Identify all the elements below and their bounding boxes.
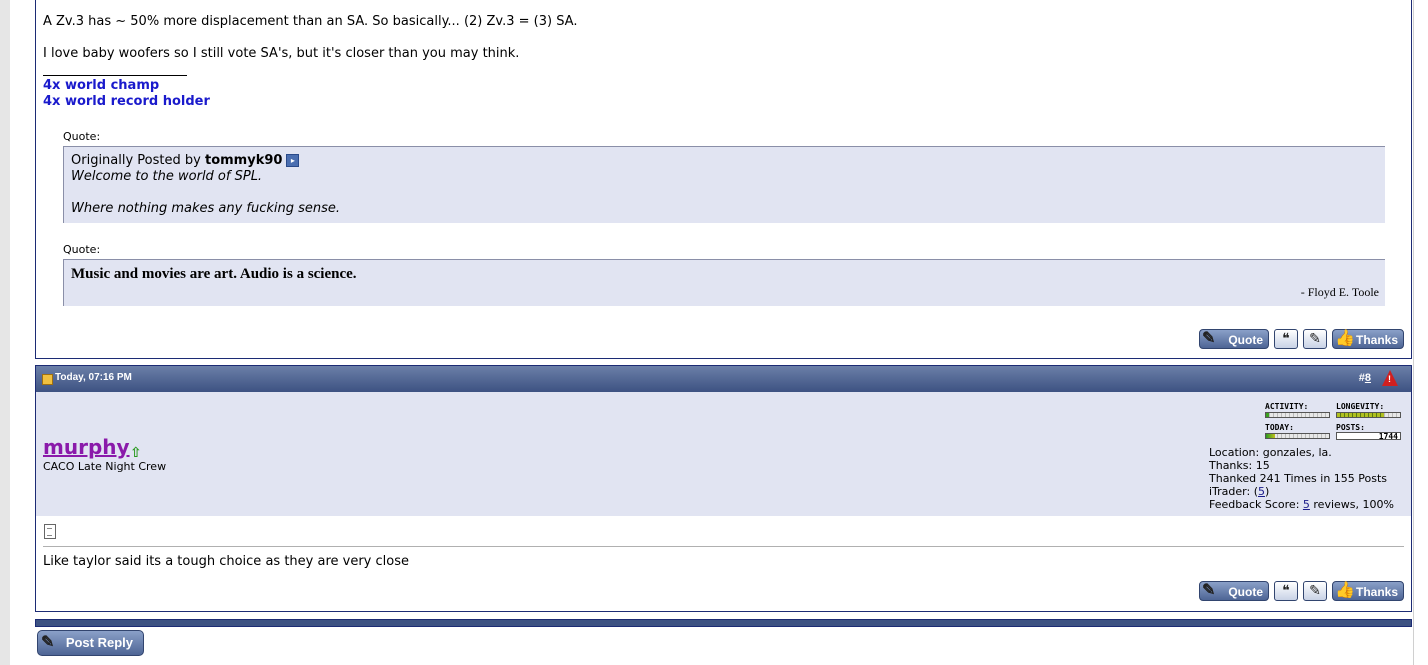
- post-8: Today, 07:16 PM #8 ! murphy ⇧ CACO Late …: [35, 365, 1412, 612]
- itrader-suffix: ): [1265, 485, 1270, 498]
- quote-author: tommyk90: [204, 153, 283, 168]
- quote-text-line: Where nothing makes any fucking sense.: [71, 201, 341, 216]
- thanks-button-label: Thanks: [1355, 333, 1398, 347]
- signature-quote-attribution: - Floyd E. Toole: [1300, 285, 1379, 299]
- quote-label: Quote:: [63, 243, 101, 256]
- user-feedback: Feedback Score: 5 reviews, 100%: [1209, 498, 1394, 511]
- activity-meter: [1265, 412, 1330, 418]
- activity-label: ACTIVITY:: [1265, 402, 1309, 411]
- post-number: #8: [1359, 372, 1371, 384]
- post-date: Today, 07:16 PM: [55, 372, 132, 383]
- user-details: Location: gonzales, la. Thanks: 15 Thank…: [1209, 446, 1394, 511]
- feedback-suffix: reviews, 100%: [1309, 498, 1394, 511]
- quote-button[interactable]: ✎ Quote: [1199, 329, 1269, 349]
- user-thanks: Thanks: 15: [1209, 459, 1270, 472]
- quote-attribution: Originally Posted by tommyk90 ▸: [71, 153, 300, 168]
- user-title: CACO Late Night Crew: [43, 460, 167, 473]
- quote-icon: ✎: [1202, 330, 1216, 347]
- quote-box: Originally Posted by tommyk90 ▸ Welcome t…: [63, 146, 1385, 223]
- post-text-line: A Zv.3 has ~ 50% more displacement than …: [43, 14, 578, 29]
- post-reply-button[interactable]: ✎ Post Reply: [37, 630, 144, 656]
- post-reply-label: Post Reply: [65, 635, 133, 650]
- thread-footer-bar: [35, 619, 1412, 627]
- longevity-meter-fill: [1337, 413, 1385, 417]
- view-post-arrow-icon[interactable]: ▸: [286, 154, 300, 167]
- post-action-buttons: ✎ Quote ❝ ✎ 👍 Thanks: [1199, 581, 1404, 603]
- longevity-label: LONGEVITY:: [1336, 402, 1385, 411]
- post-7: A Zv.3 has ~ 50% more displacement than …: [35, 0, 1412, 359]
- thumbs-up-icon: 👍: [1335, 582, 1355, 599]
- today-label: TODAY:: [1265, 423, 1294, 432]
- signature-quote-box: Music and movies are art. Audio is a sci…: [63, 259, 1385, 306]
- reply-icon: ✎: [41, 634, 55, 651]
- multi-quote-icon[interactable]: ❝: [1274, 581, 1298, 601]
- feedback-prefix: Feedback Score:: [1209, 498, 1303, 511]
- itrader-link[interactable]: 5: [1258, 485, 1265, 498]
- signature-quote-text: Music and movies are art. Audio is a sci…: [71, 266, 357, 282]
- longevity-meter: [1336, 412, 1401, 418]
- left-page-margin: [0, 0, 10, 665]
- thumbs-up-icon: 👍: [1335, 330, 1355, 347]
- post-permalink[interactable]: 8: [1365, 372, 1371, 384]
- thanks-button-label: Thanks: [1355, 585, 1398, 599]
- post-text-line: I love baby woofers so I still vote SA's…: [43, 46, 520, 61]
- quote-text-line: Welcome to the world of SPL.: [71, 169, 263, 184]
- user-location: Location: gonzales, la.: [1209, 446, 1332, 459]
- page-icon: [42, 374, 53, 385]
- posted-by-prefix: Originally Posted by: [71, 153, 201, 168]
- user-itrader: iTrader: (5): [1209, 485, 1394, 498]
- posts-count: 1744: [1336, 432, 1401, 441]
- post-action-buttons: ✎ Quote ❝ ✎ 👍 Thanks: [1199, 329, 1404, 351]
- user-thanked: Thanked 241 Times in 155 Posts: [1209, 472, 1388, 485]
- thanks-button[interactable]: 👍 Thanks: [1332, 329, 1404, 349]
- quick-reply-icon[interactable]: ✎: [1303, 581, 1327, 601]
- quote-button-label: Quote: [1228, 333, 1263, 347]
- quote-button[interactable]: ✎ Quote: [1199, 581, 1269, 601]
- username-link[interactable]: murphy: [43, 435, 130, 459]
- signature-divider: [43, 75, 187, 76]
- multi-quote-icon[interactable]: ❝: [1274, 329, 1298, 349]
- online-status-icon: ⇧: [130, 445, 142, 461]
- signature-line: 4x world champ: [43, 78, 160, 93]
- report-warning-icon[interactable]: !: [1382, 370, 1398, 386]
- signature-line: 4x world record holder: [43, 94, 210, 109]
- post-divider: [43, 546, 1404, 547]
- warning-exclaim: !: [1388, 374, 1391, 384]
- quote-icon: ✎: [1202, 582, 1216, 599]
- activity-meter-fill: [1266, 413, 1270, 417]
- quick-reply-icon[interactable]: ✎: [1303, 329, 1327, 349]
- user-info-panel: murphy ⇧ CACO Late Night Crew ACTIVITY: …: [36, 392, 1411, 516]
- feedback-link[interactable]: 5: [1303, 498, 1310, 511]
- post-header: Today, 07:16 PM #8 !: [36, 366, 1411, 392]
- today-meter: [1265, 433, 1330, 439]
- itrader-prefix: iTrader: (: [1209, 485, 1258, 498]
- today-meter-fill: [1266, 434, 1276, 438]
- quote-button-label: Quote: [1228, 585, 1263, 599]
- scrollbar-track[interactable]: [1413, 0, 1428, 665]
- document-icon: [44, 524, 56, 539]
- quote-label: Quote:: [63, 130, 101, 143]
- post-message: Like taylor said its a tough choice as t…: [43, 554, 409, 569]
- thanks-button[interactable]: 👍 Thanks: [1332, 581, 1404, 601]
- posts-label: POSTS:: [1336, 423, 1365, 432]
